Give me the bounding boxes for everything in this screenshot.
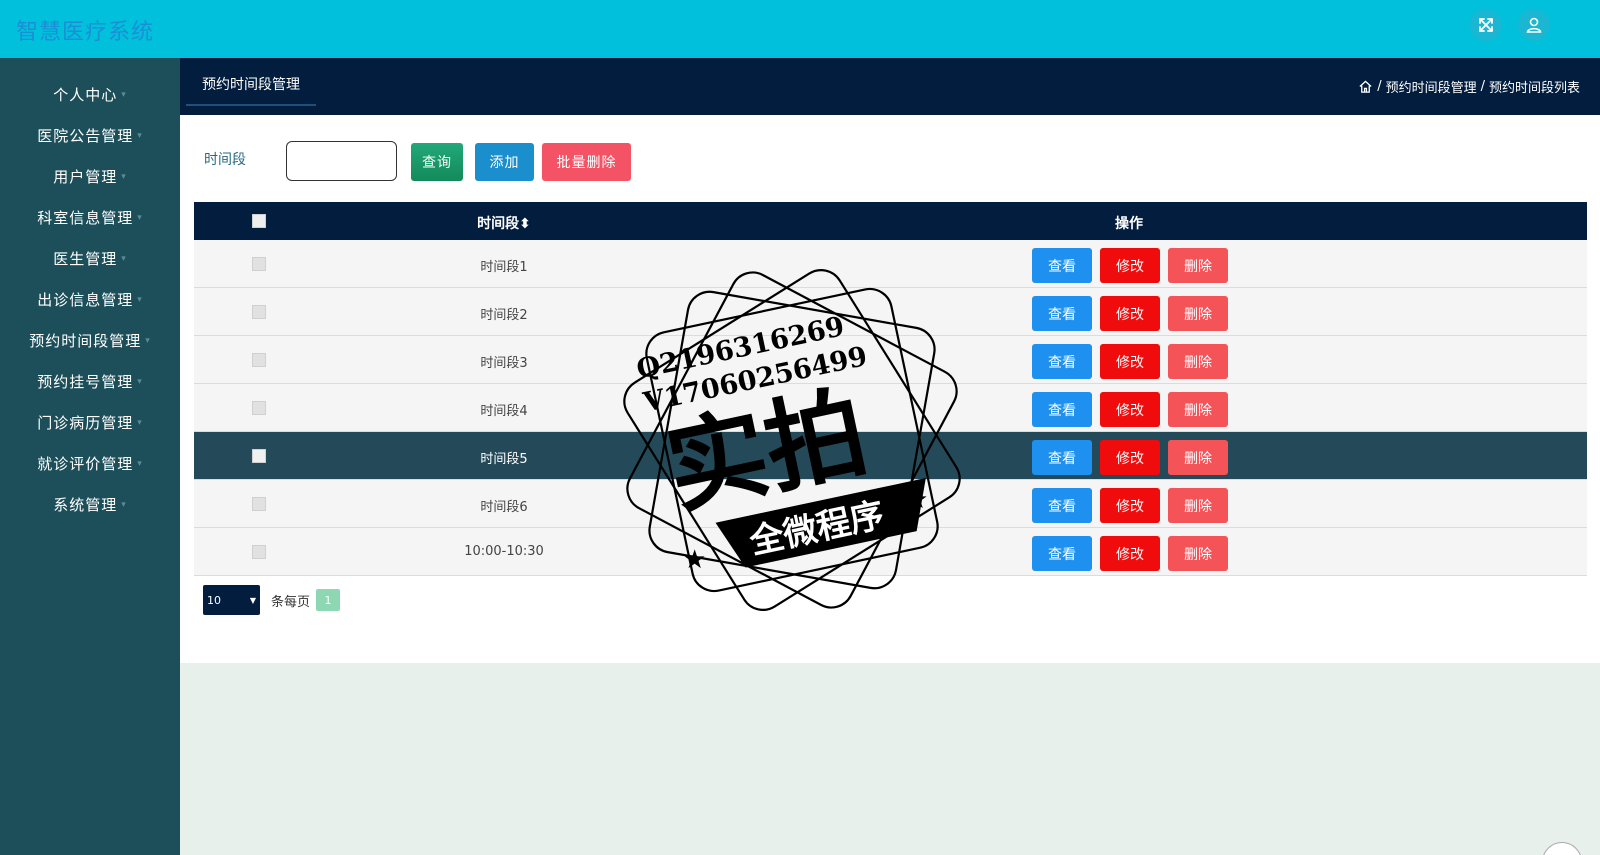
scroll-to-top-button[interactable] bbox=[1542, 842, 1582, 855]
fullscreen-icon[interactable] bbox=[1470, 9, 1502, 41]
delete-button[interactable]: 删除 bbox=[1168, 248, 1228, 283]
chevron-down-icon: ▾ bbox=[145, 335, 151, 346]
page-size-select[interactable]: 10 ▼ bbox=[203, 585, 260, 615]
time-slot-cell: 时间段4 bbox=[480, 404, 528, 419]
edit-button[interactable]: 修改 bbox=[1100, 296, 1160, 331]
sidebar-item-personal-center[interactable]: 个人中心 ▾ bbox=[0, 74, 180, 115]
chevron-down-icon: ▾ bbox=[121, 89, 127, 100]
add-button[interactable]: 添加 bbox=[475, 143, 534, 181]
row-checkbox[interactable] bbox=[252, 545, 266, 559]
breadcrumb: / 预约时间段管理 / 预约时间段列表 bbox=[1358, 77, 1580, 96]
top-bar: 智慧医疗系统 bbox=[0, 0, 1600, 58]
sub-header: 预约时间段管理 / 预约时间段管理 / 预约时间段列表 bbox=[180, 58, 1600, 115]
time-slot-search-input[interactable] bbox=[286, 141, 397, 181]
sidebar-item-doctor-management[interactable]: 医生管理 ▾ bbox=[0, 238, 180, 279]
table-row-highlighted: 时间段5 查看 修改 删除 bbox=[194, 432, 1587, 480]
tab-time-slot-management[interactable]: 预约时间段管理 bbox=[186, 68, 316, 106]
chevron-down-icon: ▾ bbox=[137, 417, 143, 428]
edit-button[interactable]: 修改 bbox=[1100, 392, 1160, 427]
delete-button[interactable]: 删除 bbox=[1168, 344, 1228, 379]
table-row: 时间段4 查看 修改 删除 bbox=[194, 384, 1587, 432]
time-slot-cell: 时间段2 bbox=[480, 308, 528, 323]
select-all-checkbox[interactable] bbox=[252, 214, 266, 228]
edit-button[interactable]: 修改 bbox=[1100, 440, 1160, 475]
table-row: 10:00-10:30 查看 修改 删除 bbox=[194, 528, 1587, 576]
sidebar-item-system[interactable]: 系统管理 ▾ bbox=[0, 484, 180, 525]
time-slot-cell: 10:00-10:30 bbox=[464, 544, 544, 559]
row-checkbox[interactable] bbox=[252, 401, 266, 415]
breadcrumb-item: 预约时间段列表 bbox=[1488, 81, 1580, 96]
main-content: 时间段 查询 添加 批量删除 时间段⬍ 操作 时间段1 查看 修改 删除 时间段… bbox=[180, 115, 1600, 663]
column-header-time[interactable]: 时间段⬍ bbox=[404, 213, 604, 233]
view-button[interactable]: 查看 bbox=[1032, 296, 1092, 331]
per-page-label: 条每页 bbox=[271, 594, 311, 610]
dropdown-arrow-icon: ▼ bbox=[249, 595, 256, 605]
pagination: 10 ▼ 条每页 1 bbox=[203, 585, 341, 615]
edit-button[interactable]: 修改 bbox=[1100, 488, 1160, 523]
delete-button[interactable]: 删除 bbox=[1168, 536, 1228, 571]
row-checkbox[interactable] bbox=[252, 449, 266, 463]
view-button[interactable]: 查看 bbox=[1032, 440, 1092, 475]
chevron-down-icon: ▾ bbox=[137, 376, 143, 387]
user-icon[interactable] bbox=[1518, 9, 1550, 41]
search-label: 时间段 bbox=[204, 152, 246, 168]
table-row: 时间段6 查看 修改 删除 bbox=[194, 480, 1587, 528]
breadcrumb-item[interactable]: 预约时间段管理 bbox=[1386, 77, 1477, 96]
table-row: 时间段3 查看 修改 删除 bbox=[194, 336, 1587, 384]
table-row: 时间段1 查看 修改 删除 bbox=[194, 240, 1587, 288]
row-checkbox[interactable] bbox=[252, 497, 266, 511]
sidebar-item-department-info[interactable]: 科室信息管理 ▾ bbox=[0, 197, 180, 238]
time-slot-table: 时间段⬍ 操作 时间段1 查看 修改 删除 时间段2 查看 修改 删除 时间段3… bbox=[194, 202, 1587, 576]
delete-button[interactable]: 删除 bbox=[1168, 296, 1228, 331]
view-button[interactable]: 查看 bbox=[1032, 488, 1092, 523]
view-button[interactable]: 查看 bbox=[1032, 392, 1092, 427]
edit-button[interactable]: 修改 bbox=[1100, 344, 1160, 379]
row-checkbox[interactable] bbox=[252, 353, 266, 367]
edit-button[interactable]: 修改 bbox=[1100, 536, 1160, 571]
sidebar-item-evaluation[interactable]: 就诊评价管理 ▾ bbox=[0, 443, 180, 484]
time-slot-cell: 时间段1 bbox=[480, 260, 528, 275]
sidebar-item-clinic-info[interactable]: 出诊信息管理 ▾ bbox=[0, 279, 180, 320]
sidebar: 个人中心 ▾ 医院公告管理 ▾ 用户管理 ▾ 科室信息管理 ▾ 医生管理 ▾ 出诊信息管理… bbox=[0, 58, 180, 855]
chevron-down-icon: ▾ bbox=[137, 130, 143, 141]
delete-button[interactable]: 删除 bbox=[1168, 440, 1228, 475]
time-slot-cell: 时间段5 bbox=[480, 452, 528, 467]
sort-icon[interactable]: ⬍ bbox=[519, 216, 531, 232]
chevron-down-icon: ▾ bbox=[137, 458, 143, 469]
table-row: 时间段2 查看 修改 删除 bbox=[194, 288, 1587, 336]
home-icon[interactable] bbox=[1358, 79, 1373, 94]
edit-button[interactable]: 修改 bbox=[1100, 248, 1160, 283]
batch-delete-button[interactable]: 批量删除 bbox=[542, 143, 631, 181]
column-header-operation: 操作 bbox=[1115, 216, 1143, 232]
sidebar-item-hospital-notice[interactable]: 医院公告管理 ▾ bbox=[0, 115, 180, 156]
page-number-button[interactable]: 1 bbox=[316, 589, 341, 611]
sidebar-item-medical-records[interactable]: 门诊病历管理 ▾ bbox=[0, 402, 180, 443]
time-slot-cell: 时间段6 bbox=[480, 500, 528, 515]
chevron-down-icon: ▾ bbox=[121, 253, 127, 264]
delete-button[interactable]: 删除 bbox=[1168, 488, 1228, 523]
query-button[interactable]: 查询 bbox=[411, 143, 463, 181]
chevron-down-icon: ▾ bbox=[121, 171, 127, 182]
view-button[interactable]: 查看 bbox=[1032, 248, 1092, 283]
chevron-down-icon: ▾ bbox=[121, 499, 127, 510]
sidebar-item-user-management[interactable]: 用户管理 ▾ bbox=[0, 156, 180, 197]
view-button[interactable]: 查看 bbox=[1032, 344, 1092, 379]
table-header: 时间段⬍ 操作 bbox=[194, 202, 1587, 240]
sidebar-item-registration[interactable]: 预约挂号管理 ▾ bbox=[0, 361, 180, 402]
app-title: 智慧医疗系统 bbox=[16, 20, 155, 45]
time-slot-cell: 时间段3 bbox=[480, 356, 528, 371]
view-button[interactable]: 查看 bbox=[1032, 536, 1092, 571]
row-checkbox[interactable] bbox=[252, 305, 266, 319]
chevron-down-icon: ▾ bbox=[137, 294, 143, 305]
row-checkbox[interactable] bbox=[252, 257, 266, 271]
chevron-down-icon: ▾ bbox=[137, 212, 143, 223]
sidebar-item-time-slot[interactable]: 预约时间段管理 ▾ bbox=[0, 320, 180, 361]
delete-button[interactable]: 删除 bbox=[1168, 392, 1228, 427]
